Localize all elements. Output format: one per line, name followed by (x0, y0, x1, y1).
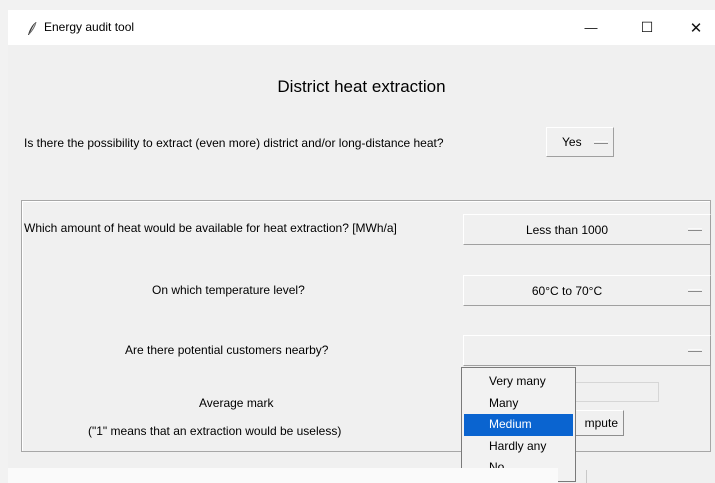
desktop-edge-top (0, 0, 715, 10)
dropdown-item-very-many[interactable]: Very many (463, 371, 574, 393)
customers-dropdown-menu: Very many Many Medium Hardly any No (461, 367, 576, 482)
customers-option-menu[interactable] (463, 335, 711, 366)
maximize-icon: ☐ (640, 19, 654, 35)
dropdown-item-hardly-any[interactable]: Hardly any (463, 436, 574, 458)
average-mark-label: Average mark (199, 396, 274, 410)
temperature-label: On which temperature level? (152, 283, 305, 297)
close-button[interactable]: ✕ (673, 10, 715, 45)
desktop-edge-bottom (8, 468, 558, 483)
close-icon: ✕ (689, 19, 703, 37)
minimize-icon: — (584, 20, 598, 35)
option-menu-indicator-icon (688, 349, 702, 352)
heat-amount-value: Less than 1000 (525, 223, 609, 237)
temperature-value: 60°C to 70°C (531, 284, 603, 298)
dropdown-item-many[interactable]: Many (463, 393, 574, 415)
feather-app-icon (28, 22, 37, 35)
title-bar[interactable]: Energy audit tool — ☐ ✕ (8, 10, 715, 45)
temperature-option-menu[interactable]: 60°C to 70°C (463, 275, 711, 306)
average-mark-field[interactable] (573, 382, 659, 402)
desktop-divider (586, 470, 587, 483)
extract-option-menu[interactable]: Yes (546, 127, 614, 157)
option-menu-indicator-icon (688, 289, 702, 292)
minimize-button[interactable]: — (568, 10, 614, 45)
dropdown-item-medium[interactable]: Medium (464, 414, 573, 436)
heat-amount-label: Which amount of heat would be available … (24, 221, 397, 235)
compute-button-label: mpute (584, 416, 618, 430)
page-title: District heat extraction (277, 77, 446, 96)
customers-label: Are there potential customers nearby? (125, 343, 329, 357)
option-menu-indicator-icon (593, 140, 608, 144)
desktop-edge-left (0, 0, 8, 483)
maximize-button[interactable]: ☐ (624, 10, 670, 45)
extract-question-label: Is there the possibility to extract (eve… (24, 136, 444, 150)
extract-option-value: Yes (562, 135, 582, 149)
window-title: Energy audit tool (44, 20, 135, 34)
average-mark-note: ("1" means that an extraction would be u… (88, 424, 342, 438)
option-menu-indicator-icon (688, 228, 702, 231)
heat-amount-option-menu[interactable]: Less than 1000 (463, 214, 711, 245)
